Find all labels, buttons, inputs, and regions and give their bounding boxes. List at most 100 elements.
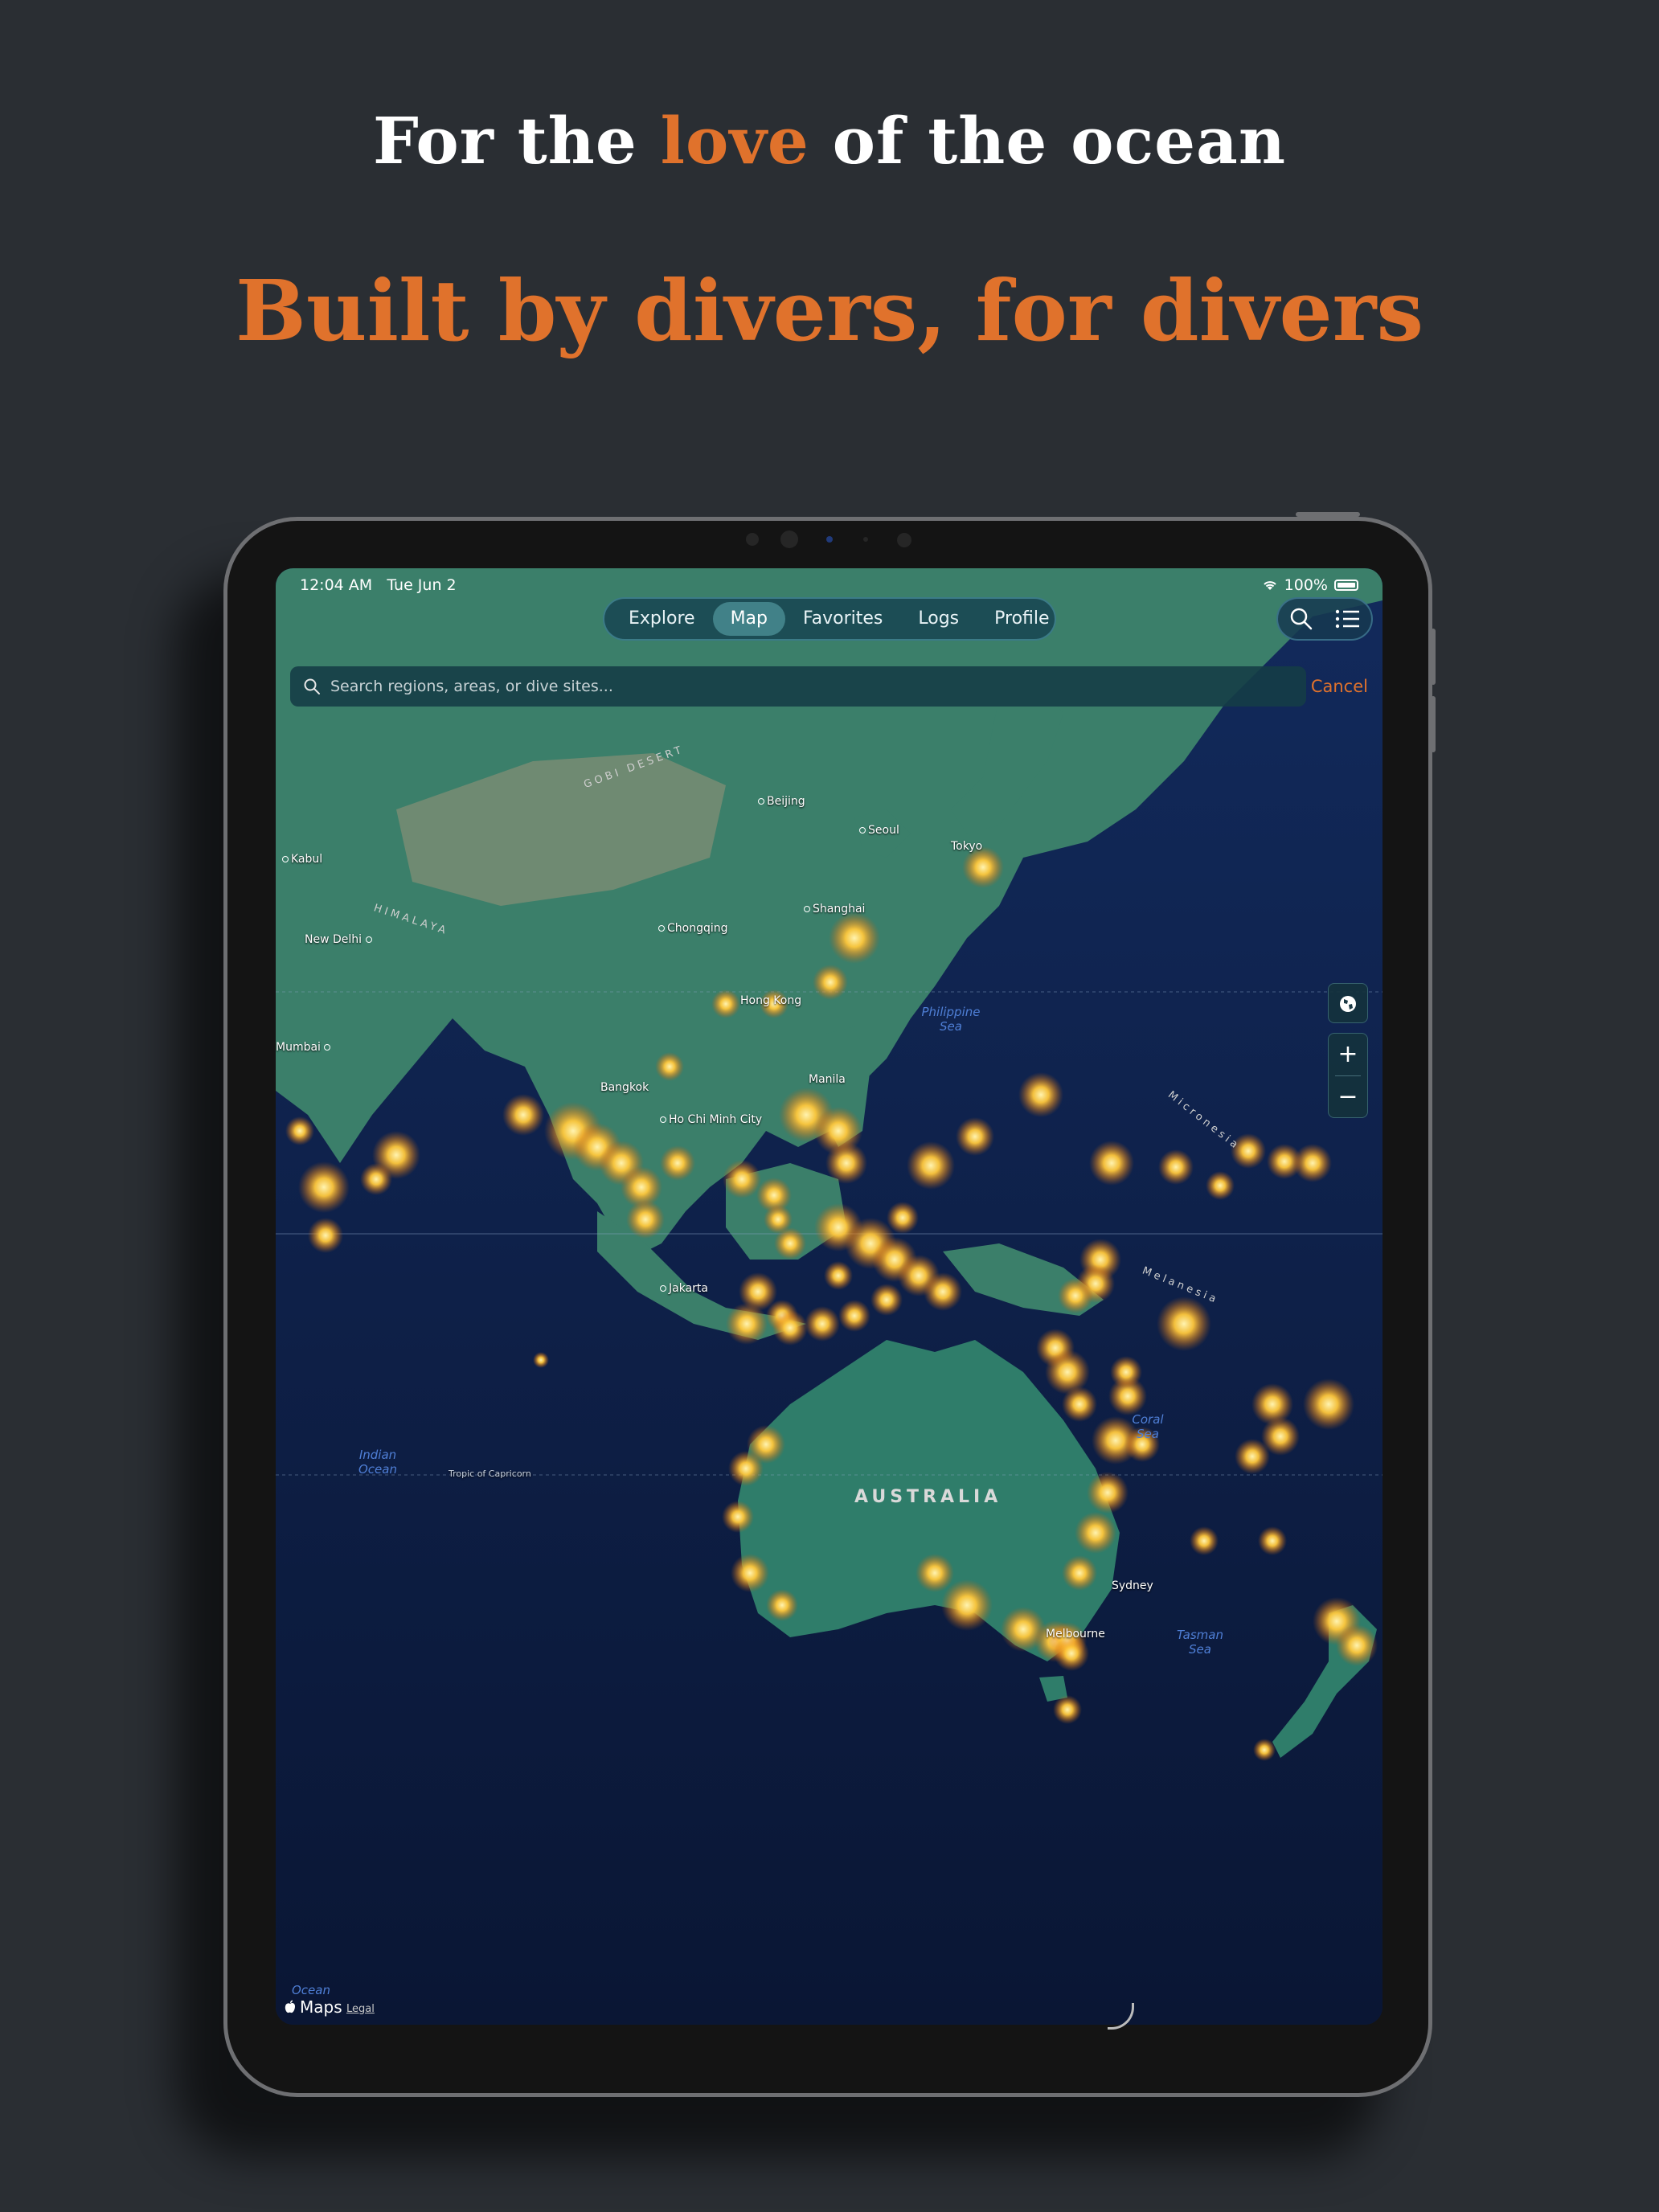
dive-site-glow: [1087, 1472, 1129, 1514]
city-seoul-label: Seoul: [868, 824, 899, 837]
tab-favorites[interactable]: Favorites: [785, 602, 900, 636]
city-shanghai: Shanghai: [804, 903, 865, 916]
tab-profile[interactable]: Profile: [977, 602, 1067, 636]
city-ho-chi-minh: Ho Chi Minh City: [660, 1113, 762, 1126]
dive-site-glow: [502, 1094, 544, 1136]
zoom-out-button[interactable]: −: [1329, 1076, 1367, 1118]
city-kabul-label: Kabul: [291, 853, 323, 866]
tab-map[interactable]: Map: [712, 602, 785, 636]
dive-site-glow: [660, 1145, 695, 1181]
dive-site-glow: [711, 989, 740, 1018]
city-bangkok: Bangkok: [600, 1081, 649, 1094]
cancel-button[interactable]: Cancel: [1311, 677, 1368, 696]
dive-site-glow: [941, 1579, 993, 1631]
city-beijing-label: Beijing: [767, 795, 805, 808]
dive-site-glow: [838, 1300, 870, 1332]
city-mumbai-label: Mumbai: [276, 1041, 321, 1054]
tab-explore[interactable]: Explore: [611, 602, 713, 636]
city-kabul: Kabul: [282, 853, 322, 866]
dive-site-glow: [924, 1272, 962, 1311]
dive-site-glow: [1190, 1526, 1219, 1555]
dive-site-glow: [1089, 1141, 1134, 1186]
city-manila: Manila: [809, 1073, 846, 1086]
camera-indicator: [826, 536, 833, 543]
region-label-australia: AUSTRALIA: [854, 1487, 1002, 1507]
search-input[interactable]: [329, 677, 1216, 696]
list-button[interactable]: [1330, 601, 1366, 637]
dive-site-glow: [813, 965, 848, 1000]
dive-site-glow: [829, 912, 880, 964]
sea-philippine: Philippine Sea: [921, 1005, 981, 1034]
zoom-in-button[interactable]: +: [1329, 1034, 1367, 1075]
city-melbourne-label: Melbourne: [1046, 1628, 1105, 1641]
city-chongqing-label: Chongqing: [667, 922, 728, 935]
dive-site-glow: [1303, 1378, 1354, 1430]
search-button[interactable]: [1284, 601, 1319, 637]
list-icon: [1335, 609, 1359, 629]
dive-site-glow: [1206, 1171, 1235, 1200]
city-new-delhi-label: New Delhi: [305, 933, 363, 946]
dive-site-glow: [308, 1218, 343, 1253]
camera-lens: [780, 530, 798, 548]
city-ho-chi-minh-label: Ho Chi Minh City: [669, 1113, 763, 1126]
dive-site-glow: [1110, 1356, 1142, 1388]
wifi-icon: [1263, 581, 1276, 590]
dive-site-glow: [772, 1310, 808, 1346]
status-time-date: 12:04 AM Tue Jun 2: [300, 576, 457, 594]
dive-site-glow: [1157, 1296, 1211, 1351]
zoom-control: + −: [1328, 1033, 1368, 1118]
tab-logs[interactable]: Logs: [900, 602, 977, 636]
headline-tagline: Built by divers, for divers: [236, 261, 1423, 360]
battery-icon: [1334, 580, 1358, 591]
city-chongqing: Chongqing: [658, 922, 728, 935]
dive-site-glow: [825, 1142, 867, 1184]
city-tokyo-label: Tokyo: [951, 840, 983, 853]
dive-site-glow: [1336, 1624, 1378, 1666]
dive-site-glow: [1253, 1739, 1276, 1761]
dive-site-glow: [1062, 1387, 1097, 1422]
tropic-of-capricorn-label: Tropic of Capricorn: [449, 1469, 531, 1479]
city-shanghai-label: Shanghai: [813, 903, 866, 916]
sea-indian-ocean: Indian Ocean: [358, 1448, 397, 1477]
city-tokyo: Tokyo: [951, 840, 982, 853]
dive-site-glow: [655, 1052, 684, 1081]
sea-tasman: Tasman Sea: [1177, 1628, 1223, 1657]
toolbar-icons: [1276, 597, 1373, 641]
status-right: 100%: [1262, 576, 1358, 594]
battery-percent: 100%: [1284, 576, 1328, 594]
search-bar: [290, 666, 1306, 707]
dive-site-glow: [774, 1227, 806, 1260]
city-jakarta: Jakarta: [660, 1282, 708, 1295]
dive-site-glow: [907, 1141, 955, 1190]
globe-button[interactable]: [1329, 984, 1367, 1022]
city-hong-kong: Hong Kong: [740, 994, 801, 1007]
city-mumbai: Mumbai: [276, 1041, 333, 1054]
dive-site-glow: [1075, 1512, 1116, 1554]
sea-ocean-bottom: Ocean: [292, 1983, 330, 1997]
dive-site-glow: [805, 1306, 840, 1342]
dive-site-glow: [916, 1554, 954, 1592]
legal-link[interactable]: Legal: [346, 2003, 375, 2015]
headline-suffix: of the ocean: [832, 103, 1287, 178]
app-screen: 12:04 AM Tue Jun 2 100% Explore Map Favo…: [276, 568, 1382, 2025]
apple-logo-icon: [285, 2000, 295, 2013]
city-sydney: Sydney: [1112, 1579, 1153, 1592]
dive-site-glow: [1293, 1144, 1332, 1182]
city-jakarta-label: Jakarta: [669, 1282, 708, 1295]
headline-prefix: For the: [372, 103, 637, 178]
maps-brand: Maps: [300, 1997, 342, 2017]
city-melbourne: Melbourne: [1046, 1628, 1105, 1641]
city-beijing: Beijing: [758, 795, 805, 808]
dive-site-glow: [1018, 1072, 1063, 1117]
dive-site-glow: [285, 1116, 314, 1145]
dive-site-glow: [731, 1554, 769, 1592]
dive-site-glow: [1062, 1555, 1097, 1591]
dive-site-glow: [723, 1160, 761, 1198]
city-bangkok-label: Bangkok: [600, 1081, 649, 1094]
camera-sensor: [746, 533, 759, 546]
dive-site-glow: [1235, 1439, 1270, 1474]
globe-icon: [1340, 995, 1356, 1012]
city-new-delhi: New Delhi: [305, 933, 375, 946]
dive-site-glow: [1158, 1149, 1194, 1185]
sea-coral: Coral Sea: [1132, 1412, 1164, 1441]
